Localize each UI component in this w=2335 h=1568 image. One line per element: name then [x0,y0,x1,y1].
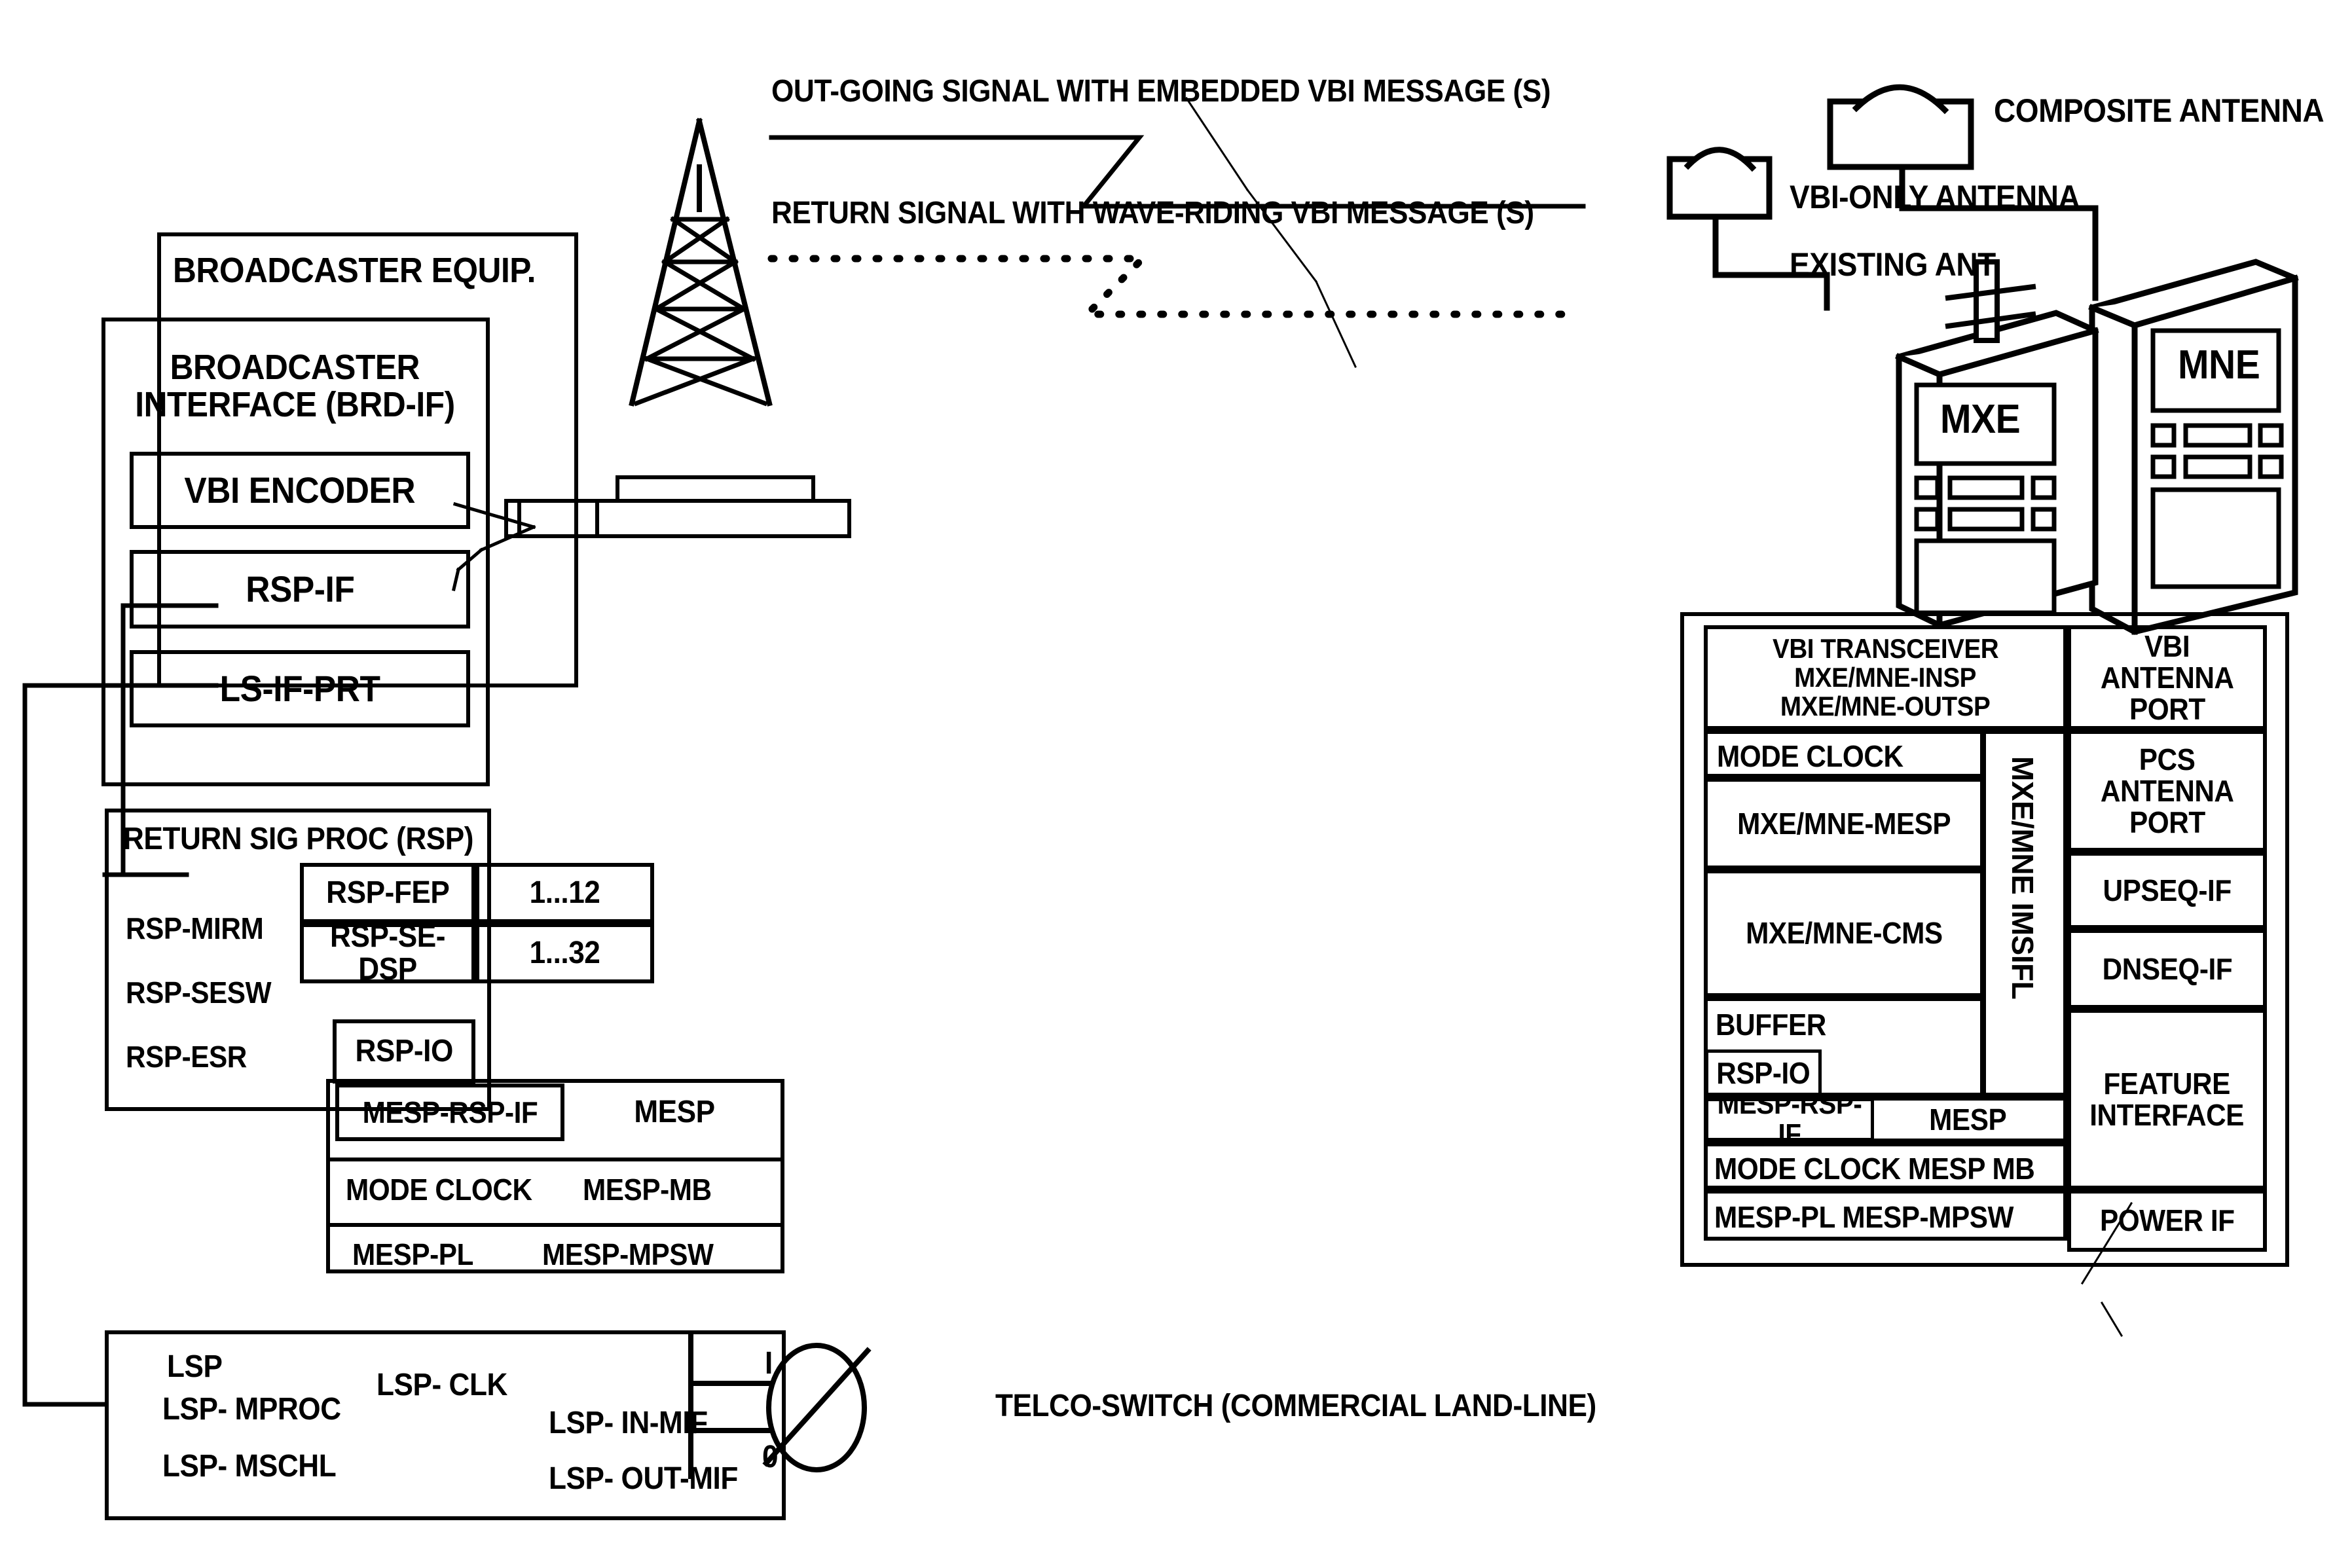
panel-mesp-rsp-if-label: MESP-RSP-IF [1717,1087,1862,1150]
mxe-cabinet-label: MXE [1940,397,2021,442]
brd-if-title-line1: BROADCASTER [170,348,420,388]
dnseq-if-label: DNSEQ-IF [2102,951,2232,986]
transceiver-line-3: MXE/MNE-OUTSP [1780,691,1991,722]
vbi-antenna-port-label: VBI ANTENNA PORT [2067,625,2267,730]
upseq-if-label: UPSEQ-IF [2103,873,2232,907]
lsp-out-mif-label: LSP- OUT-MIF [549,1461,738,1496]
existing-ant-label: EXISTING ANT [1790,246,1996,283]
rsp-title: RETURN SIG PROC (RSP) [123,822,474,856]
power-if-label: POWER IF [2099,1203,2235,1238]
rsp-if-label: RSP-IF [245,568,355,610]
transceiver-line-2: MXE/MNE-INSP [1794,661,1977,693]
feature-interface-label: FEATURE INTERFACE [2067,1009,2267,1190]
panel-mesp-row-1-label: MODE CLOCK MESP MB [1714,1152,2035,1186]
switch-mark-bottom: 0 [762,1440,779,1474]
panel-mesp-row-2-label: MESP-PL MESP-MPSW [1714,1200,2013,1234]
ls-if-prt-label: LS-IF-PRT [219,667,380,709]
broadcaster-interface-title: BROADCASTER INTERFACE (BRD-IF) [108,331,481,442]
vbi-port-line-1: VBI [2144,629,2190,663]
brd-if-title-line2: INTERFACE (BRD-IF) [134,385,455,424]
panel-mode-clock-label: MODE CLOCK [1717,739,1903,773]
mesp-title: MESP [634,1094,715,1129]
telco-switch-label: TELCO-SWITCH (COMMERCIAL LAND-LINE) [995,1389,1596,1423]
vbi-encoder-label: VBI ENCODER [184,469,416,511]
mesp-pl-label: MESP-PL [352,1237,473,1271]
mesp-divider-1 [326,1158,784,1161]
broadcaster-equip-title: BROADCASTER EQUIP. [173,251,536,290]
mxe-mne-imsifl-label: MXE/MNE IMSIFL [2006,756,2040,1000]
vbi-port-line-2: ANTENNA [2100,660,2234,695]
mesp-mode-clock-label: MODE CLOCK [346,1173,532,1207]
rsp-sesw-label: RSP-SESW [126,975,272,1010]
lsp-in-mif-label: LSP- IN-MIF [549,1406,708,1440]
panel-mxe-mne-cms-label: MXE/MNE-CMS [1745,916,1943,951]
pcs-port-line-3: PORT [2129,805,2205,840]
panel-buffer-label: BUFFER [1716,1008,1826,1042]
panel-mxe-mne-mesp-label: MXE/MNE-MESP [1737,806,1951,841]
rsp-fep-range: 1...12 [529,875,600,910]
mesp-rsp-if-label: MESP-RSP-IF [362,1095,538,1129]
switch-mark-top: I [765,1346,773,1381]
pcs-port-line-1: PCS [2139,742,2196,776]
rsp-fep-label: RSP-FEP [325,875,450,910]
return-signal-label: RETURN SIGNAL WITH WAVE-RIDING VBI MESSA… [771,196,1534,230]
rsp-se-dsp-range: 1...32 [529,935,600,970]
lsp-mproc-label: LSP- MPROC [162,1392,341,1427]
mesp-mb-label: MESP-MB [583,1173,712,1207]
feature-line-2: INTERFACE [2089,1098,2245,1132]
rsp-se-dsp-label: RSP-SE-DSP [330,919,445,987]
lsp-title: LSP [167,1349,223,1384]
mesp-mpsw-label: MESP-MPSW [542,1237,714,1271]
lsp-mschl-label: LSP- MSCHL [162,1449,337,1484]
mesp-divider-2 [326,1223,784,1227]
vbi-only-antenna-label: VBI-ONLY ANTENNA [1790,179,2080,215]
pcs-antenna-port-label: PCS ANTENNA PORT [2067,730,2267,852]
rsp-esr-label: RSP-ESR [126,1040,247,1074]
pcs-port-line-2: ANTENNA [2100,773,2234,808]
outgoing-signal-label: OUT-GOING SIGNAL WITH EMBEDDED VBI MESSA… [771,74,1551,109]
panel-mesp-title: MESP [1928,1102,2007,1137]
feature-line-1: FEATURE [2103,1066,2231,1101]
rsp-io-label: RSP-IO [355,1033,453,1068]
vbi-transceiver-label: VBI TRANSCEIVER MXE/MNE-INSP MXE/MNE-OUT… [1704,625,2067,730]
transceiver-line-1: VBI TRANSCEIVER [1772,632,1999,664]
diagram-canvas: OUT-GOING SIGNAL WITH EMBEDDED VBI MESSA… [0,0,2335,1568]
mne-cabinet-label: MNE [2178,342,2260,388]
lsp-clk-label: LSP- CLK [377,1368,507,1402]
vbi-port-line-3: PORT [2129,692,2205,727]
rsp-mirm-label: RSP-MIRM [126,911,264,945]
composite-antenna-label: COMPOSITE ANTENNA [1994,92,2325,129]
